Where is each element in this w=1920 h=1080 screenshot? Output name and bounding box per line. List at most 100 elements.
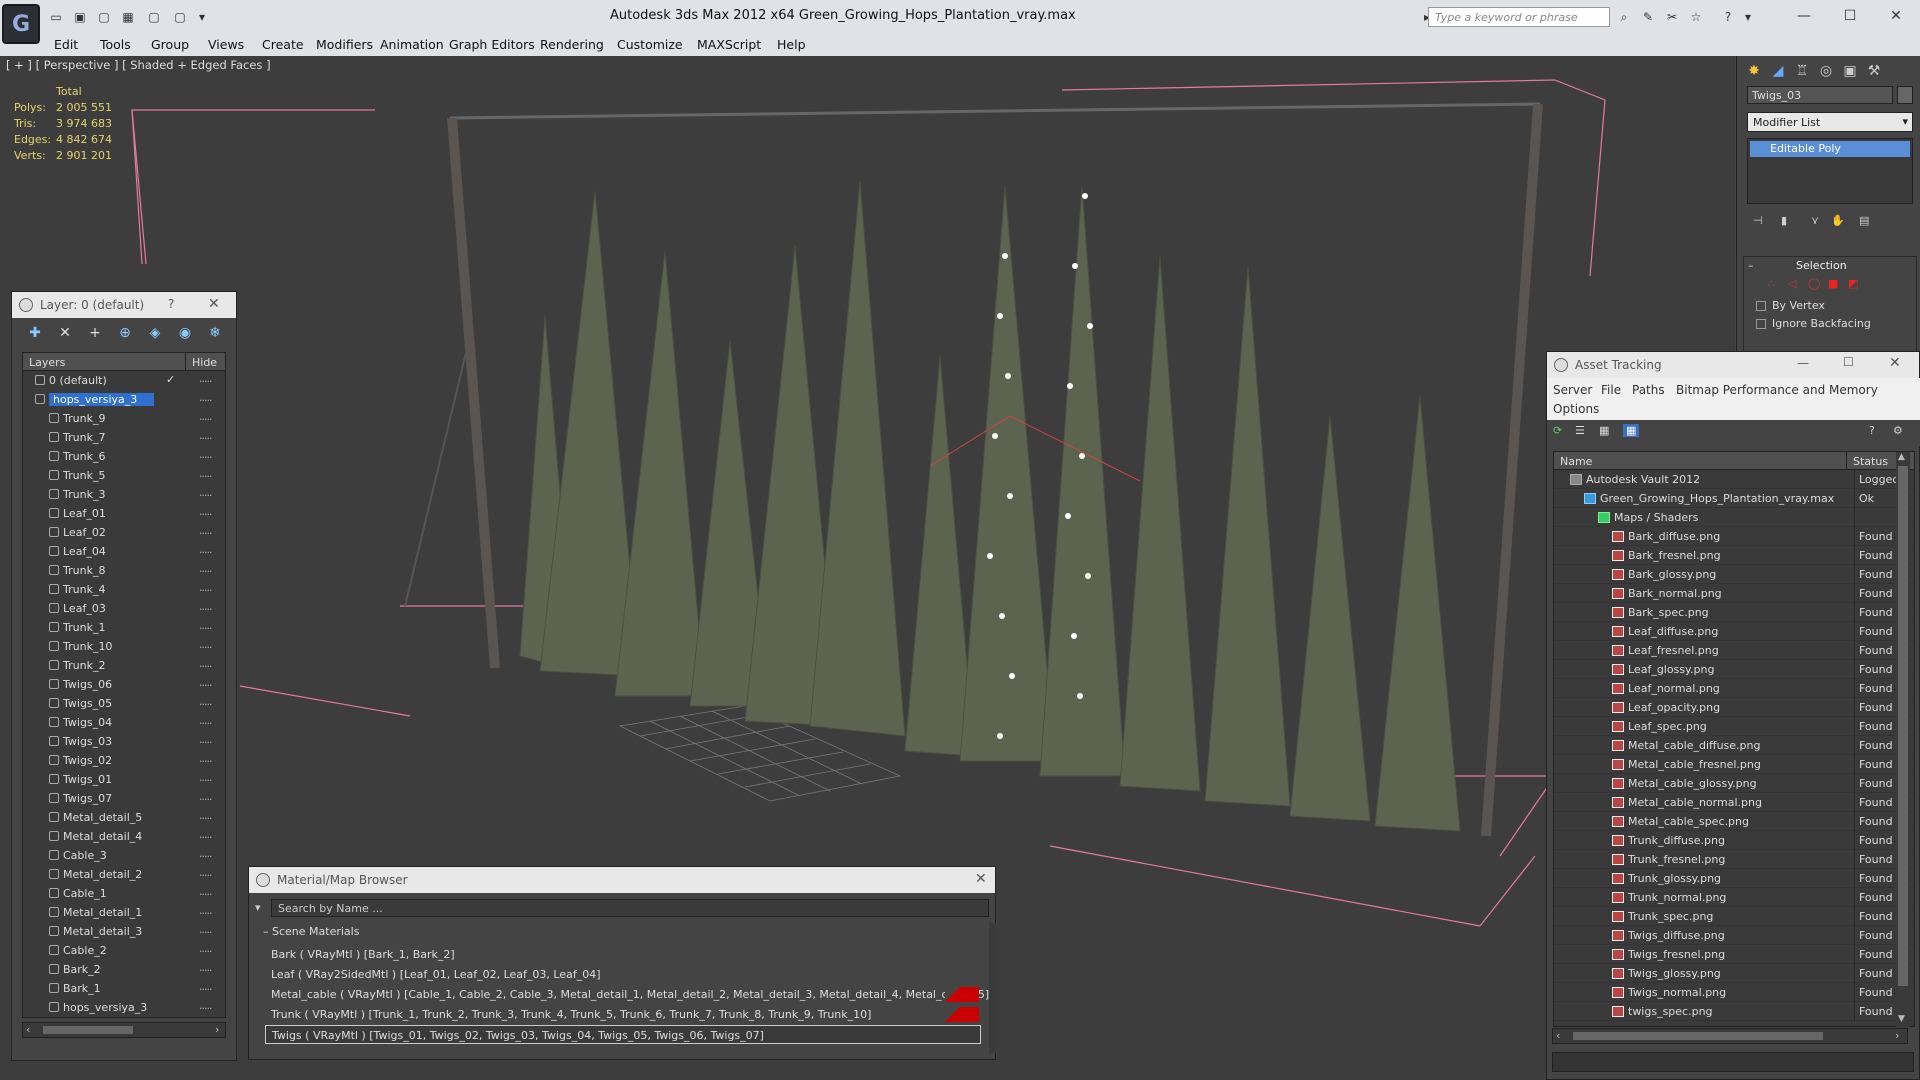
menu-views[interactable]: Views [208, 37, 244, 52]
hide-toggle[interactable]: ····· [199, 470, 213, 483]
layer-horizontal-scrollbar[interactable]: ‹ › [22, 1022, 226, 1038]
app-logo-icon[interactable]: G [2, 4, 40, 44]
scroll-thumb[interactable] [43, 1026, 133, 1034]
edge-mode-icon[interactable]: ◁ [1788, 277, 1796, 290]
asset-row[interactable]: Bark_normal.png Found [1554, 584, 1914, 603]
hide-toggle[interactable]: ····· [199, 432, 213, 445]
layer-row[interactable]: Twigs_01 ····· [23, 770, 225, 789]
layer-row[interactable]: Leaf_02 ····· [23, 523, 225, 542]
layer-row[interactable]: Leaf_04 ····· [23, 542, 225, 561]
menu-help[interactable]: Help [777, 37, 806, 52]
asset-row[interactable]: Bark_fresnel.png Found [1554, 546, 1914, 565]
hide-toggle[interactable]: ····· [199, 888, 213, 901]
menu-graph-editors[interactable]: Graph Editors [449, 37, 535, 52]
add-to-layer-icon[interactable]: + [84, 324, 106, 342]
menu-rendering[interactable]: Rendering [540, 37, 604, 52]
asset-tracking-titlebar[interactable]: Asset Tracking — ☐ ✕ [1547, 352, 1919, 378]
hide-toggle[interactable]: ····· [199, 679, 213, 692]
asset-row[interactable]: Leaf_opacity.png Found [1554, 698, 1914, 717]
layer-row[interactable]: Twigs_06 ····· [23, 675, 225, 694]
asset-menu-file[interactable]: File [1601, 383, 1621, 397]
layer-row[interactable]: Bark_2 ····· [23, 960, 225, 979]
hide-toggle[interactable]: ····· [199, 793, 213, 806]
rollout-collapse-icon[interactable]: – [1748, 259, 1754, 272]
menu-customize[interactable]: Customize [617, 37, 683, 52]
layer-row[interactable]: Trunk_8 ····· [23, 561, 225, 580]
layer-row[interactable]: Metal_detail_1 ····· [23, 903, 225, 922]
highlight-layer-icon[interactable]: ◈ [144, 324, 166, 342]
scroll-left-icon[interactable]: ‹ [26, 1023, 30, 1036]
remove-modifier-icon[interactable]: ✋ [1831, 214, 1845, 227]
asset-row[interactable]: Bark_glossy.png Found [1554, 565, 1914, 584]
asset-vertical-scrollbar[interactable]: ▲ ▼ [1896, 452, 1910, 1028]
section-collapse-icon[interactable]: – [263, 925, 269, 938]
asset-row[interactable]: Metal_cable_fresnel.png Found [1554, 755, 1914, 774]
layer-row[interactable]: Trunk_10 ····· [23, 637, 225, 656]
layer-row[interactable]: Metal_detail_4 ····· [23, 827, 225, 846]
scroll-left-icon[interactable]: ‹ [1556, 1029, 1560, 1042]
hide-toggle[interactable]: ····· [199, 850, 213, 863]
display-tab-icon[interactable]: ▣ [1839, 60, 1861, 82]
layer-row[interactable]: Trunk_4 ····· [23, 580, 225, 599]
create-tab-icon[interactable]: ✸ [1743, 60, 1765, 82]
layer-row[interactable]: Trunk_3 ····· [23, 485, 225, 504]
layer-row[interactable]: Trunk_6 ····· [23, 447, 225, 466]
hide-toggle[interactable]: ····· [199, 394, 213, 407]
delete-layer-icon[interactable]: ✕ [54, 324, 76, 342]
material-scrollbar[interactable] [989, 923, 997, 1053]
asset-row[interactable]: Twigs_glossy.png Found [1554, 964, 1914, 983]
column-layers[interactable]: Layers [23, 353, 186, 370]
asset-row[interactable]: Trunk_glossy.png Found [1554, 869, 1914, 888]
layer-row[interactable]: hops_versiya_3 ····· [23, 390, 225, 409]
hide-toggle[interactable]: ····· [199, 736, 213, 749]
vertex-mode-icon[interactable]: ∴ [1768, 277, 1775, 290]
transform-gizmo[interactable] [929, 415, 1141, 482]
layer-row[interactable]: 0 (default) ✓ ····· [23, 371, 225, 390]
asset-row[interactable]: Maps / Shaders [1554, 508, 1914, 527]
scroll-right-icon[interactable]: › [215, 1023, 219, 1036]
polygon-mode-icon[interactable]: ■ [1828, 277, 1838, 290]
hide-toggle[interactable]: ····· [199, 717, 213, 730]
layer-row[interactable]: Trunk_9 ····· [23, 409, 225, 428]
maximize-icon[interactable]: ☐ [1830, 4, 1870, 28]
binoculars-icon[interactable]: ⌕ [1616, 9, 1632, 25]
layer-row[interactable]: Leaf_03 ····· [23, 599, 225, 618]
material-browser-titlebar[interactable]: Material/Map Browser ✕ [249, 867, 995, 893]
asset-row[interactable]: Twigs_normal.png Found [1554, 983, 1914, 1002]
layer-help-icon[interactable]: ? [168, 297, 174, 311]
modifier-list-dropdown[interactable]: Modifier List ▾ [1747, 112, 1913, 132]
element-mode-icon[interactable]: ◩ [1848, 277, 1858, 290]
material-row[interactable]: Bark ( VRayMtl ) [Bark_1, Bark_2] [265, 945, 981, 964]
search-input[interactable]: Type a keyword or phrase [1428, 7, 1610, 27]
hide-toggle[interactable]: ····· [199, 831, 213, 844]
asset-row[interactable]: twigs_spec.png Found [1554, 1002, 1914, 1021]
hide-toggle[interactable]: ····· [199, 489, 213, 502]
fetch-icon[interactable]: ▢ [172, 9, 188, 25]
layer-row[interactable]: Twigs_07 ····· [23, 789, 225, 808]
redo-icon[interactable]: ▦ [120, 9, 136, 25]
hide-toggle[interactable]: ····· [199, 907, 213, 920]
scroll-right-icon[interactable]: › [1895, 1029, 1899, 1042]
hide-all-icon[interactable]: ◉ [174, 324, 196, 342]
asset-row[interactable]: Autodesk Vault 2012 Logged [1554, 470, 1914, 489]
scroll-thumb[interactable] [1573, 1032, 1823, 1040]
hide-toggle[interactable]: ····· [199, 755, 213, 768]
menu-tools[interactable]: Tools [100, 37, 131, 52]
show-end-result-icon[interactable]: ▮ [1781, 214, 1787, 227]
hide-toggle[interactable]: ····· [199, 413, 213, 426]
asset-row[interactable]: Bark_diffuse.png Found [1554, 527, 1914, 546]
asset-row[interactable]: Trunk_diffuse.png Found [1554, 831, 1914, 850]
asset-row[interactable]: Metal_cable_normal.png Found [1554, 793, 1914, 812]
hide-toggle[interactable]: ····· [199, 375, 213, 388]
column-name[interactable]: Name [1554, 452, 1847, 469]
menu-maxscript[interactable]: MAXScript [697, 37, 761, 52]
hide-toggle[interactable]: ····· [199, 964, 213, 977]
motion-tab-icon[interactable]: ◎ [1815, 60, 1837, 82]
hide-toggle[interactable]: ····· [199, 660, 213, 673]
scroll-down-icon[interactable]: ▼ [1898, 1014, 1905, 1024]
help-icon[interactable]: ? [1720, 9, 1736, 25]
asset-row[interactable]: Leaf_diffuse.png Found [1554, 622, 1914, 641]
layer-row[interactable]: Cable_2 ····· [23, 941, 225, 960]
freeze-all-icon[interactable]: ❄ [204, 324, 226, 342]
hide-toggle[interactable]: ····· [199, 584, 213, 597]
